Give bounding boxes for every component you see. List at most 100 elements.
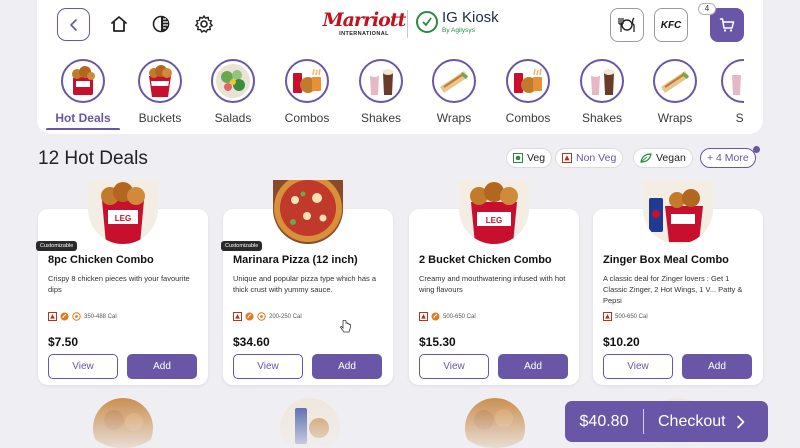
filter-non-veg[interactable]: Non Veg: [555, 148, 624, 168]
category-image: [432, 59, 476, 103]
add-button[interactable]: Add: [312, 354, 382, 379]
category-label: Hot Deals: [55, 111, 111, 125]
active-category-indicator: [46, 128, 120, 130]
brand-divider: [407, 10, 408, 38]
category-label: Combos: [284, 111, 330, 125]
product-meta: 200-250 Cal: [233, 312, 302, 321]
view-button[interactable]: View: [603, 354, 673, 379]
svg-text:LEG: LEG: [115, 214, 131, 223]
category-label: Sh: [735, 111, 744, 125]
settings-button[interactable]: [192, 12, 216, 36]
non-veg-icon: [562, 153, 572, 163]
spicy-icon: [245, 312, 254, 321]
filter-more-label: + 4 More: [707, 152, 749, 164]
allergen-icon: [257, 312, 266, 321]
category-bar: Hot Deals Buckets Salads Combos Shakes W…: [37, 55, 744, 130]
category-label: Wraps: [657, 111, 693, 125]
product-calories: 500-650 Cal: [615, 313, 648, 320]
brand-logos: Marriott INTERNATIONAL IG Kiosk By Agily…: [323, 10, 499, 40]
view-button[interactable]: View: [419, 354, 489, 379]
home-icon: [111, 16, 127, 32]
product-image: [273, 180, 343, 244]
marriott-logo-subtext: INTERNATIONAL: [339, 31, 389, 37]
product-card[interactable]: LEG 2 Bucket Chicken Combo Creamy and mo…: [409, 180, 579, 385]
category-shakes-2[interactable]: Shakes: [567, 59, 637, 125]
dine-in-button[interactable]: [610, 8, 644, 42]
product-price: $15.30: [419, 335, 456, 349]
customizable-tag: Customizable: [36, 241, 78, 251]
product-image: LEG: [459, 180, 529, 244]
category-shakes[interactable]: Shakes: [346, 59, 416, 125]
product-description: Creamy and mouthwatering infused with ho…: [419, 274, 566, 294]
checkout-label: Checkout: [658, 412, 726, 430]
category-combos[interactable]: Combos: [272, 59, 342, 125]
add-button[interactable]: Add: [682, 354, 752, 379]
category-wraps-2[interactable]: Wraps: [640, 59, 710, 125]
add-button[interactable]: Add: [498, 354, 568, 379]
product-price: $7.50: [48, 335, 79, 349]
dine-in-icon: [618, 17, 635, 32]
category-image: [211, 59, 255, 103]
customizable-tag: Customizable: [221, 241, 263, 251]
product-price: $10.20: [603, 335, 640, 349]
contrast-button[interactable]: [149, 12, 173, 36]
category-label: Wraps: [436, 111, 472, 125]
top-header: Marriott INTERNATIONAL IG Kiosk By Agily…: [37, 0, 763, 134]
veg-icon: [513, 153, 523, 163]
product-calories: 350-488 Cal: [84, 313, 117, 320]
filter-vegan-label: Vegan: [656, 152, 686, 164]
product-image: [643, 180, 713, 244]
product-calories: 200-250 Cal: [269, 313, 302, 320]
filter-veg[interactable]: Veg: [506, 148, 553, 168]
product-description: A classic deal for Zinger lovers : Get 1…: [603, 274, 743, 305]
product-card[interactable]: Zinger Box Meal Combo A classic deal for…: [593, 180, 763, 385]
filter-non-veg-label: Non Veg: [576, 152, 617, 164]
back-button[interactable]: [57, 8, 90, 41]
product-name: 2 Bucket Chicken Combo: [419, 254, 552, 266]
category-combos-2[interactable]: Combos: [493, 59, 563, 125]
filter-more-indicator-dot: [753, 146, 760, 153]
non-veg-icon: [603, 312, 612, 321]
category-image: [653, 59, 697, 103]
category-wraps[interactable]: Wraps: [419, 59, 489, 125]
category-shakes-partial[interactable]: Sh: [708, 59, 744, 125]
checkout-button[interactable]: $40.80 Checkout: [565, 401, 768, 442]
ig-kiosk-subtitle: By Agilysys: [442, 27, 475, 34]
restaurant-button[interactable]: KFC: [654, 8, 688, 42]
leaf-icon: [640, 153, 652, 163]
category-label: Buckets: [138, 111, 182, 125]
chevron-right-icon: [736, 415, 746, 429]
product-description: Crispy 8 chicken pieces with your favour…: [48, 274, 190, 294]
product-card[interactable]: Customizable Marinara Pizza (12 inch) Un…: [221, 180, 393, 385]
add-button[interactable]: Add: [127, 354, 197, 379]
home-button[interactable]: [107, 12, 131, 36]
product-meta: 350-488 Cal: [48, 312, 117, 321]
product-image: LEG: [88, 180, 158, 244]
view-button[interactable]: View: [233, 354, 303, 379]
view-button[interactable]: View: [48, 354, 118, 379]
filter-more[interactable]: + 4 More: [700, 148, 756, 168]
spicy-icon: [60, 312, 69, 321]
non-veg-icon: [48, 312, 57, 321]
cart-button[interactable]: [710, 8, 744, 42]
ig-kiosk-logo-icon: [416, 11, 438, 33]
category-image: [138, 59, 182, 103]
category-label: Salads: [214, 111, 252, 125]
non-veg-icon: [233, 312, 242, 321]
filter-vegan[interactable]: Vegan: [633, 148, 693, 168]
category-hot-deals[interactable]: Hot Deals: [48, 59, 118, 125]
marriott-logo: Marriott INTERNATIONAL: [323, 10, 407, 37]
category-image: [359, 59, 403, 103]
product-meta: 500-650 Cal: [419, 312, 476, 321]
category-image: [506, 59, 550, 103]
category-image: [580, 59, 624, 103]
filter-veg-label: Veg: [527, 152, 546, 164]
category-buckets[interactable]: Buckets: [125, 59, 195, 125]
product-meta: 500-650 Cal: [603, 312, 648, 321]
category-salads[interactable]: Salads: [198, 59, 268, 125]
product-card[interactable]: LEG Customizable 8pc Chicken Combo Crisp…: [36, 180, 208, 385]
svg-text:LEG: LEG: [486, 216, 502, 225]
cart-icon: [719, 18, 735, 32]
cart-count-badge: 4: [698, 3, 716, 15]
category-label: Shakes: [360, 111, 402, 125]
